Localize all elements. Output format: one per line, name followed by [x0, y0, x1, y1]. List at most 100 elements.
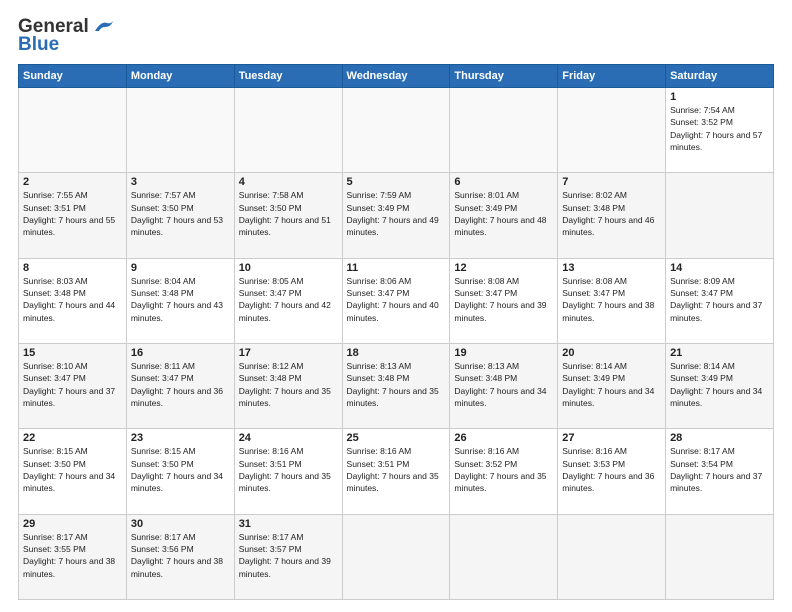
day-cell-5: 5Sunrise: 7:59 AMSunset: 3:49 PMDaylight… — [342, 173, 450, 258]
col-header-monday: Monday — [126, 65, 234, 88]
day-number: 1 — [670, 91, 769, 103]
day-info: Sunrise: 8:12 AMSunset: 3:48 PMDaylight:… — [239, 360, 338, 409]
day-cell-4: 4Sunrise: 7:58 AMSunset: 3:50 PMDaylight… — [234, 173, 342, 258]
day-number: 23 — [131, 432, 230, 444]
day-number: 27 — [562, 432, 661, 444]
day-info: Sunrise: 7:55 AMSunset: 3:51 PMDaylight:… — [23, 189, 122, 238]
day-info: Sunrise: 8:11 AMSunset: 3:47 PMDaylight:… — [131, 360, 230, 409]
day-cell-11: 11Sunrise: 8:06 AMSunset: 3:47 PMDayligh… — [342, 258, 450, 343]
empty-cell — [342, 514, 450, 599]
day-cell-16: 16Sunrise: 8:11 AMSunset: 3:47 PMDayligh… — [126, 343, 234, 428]
day-number: 4 — [239, 176, 338, 188]
day-info: Sunrise: 8:17 AMSunset: 3:57 PMDaylight:… — [239, 531, 338, 580]
col-header-sunday: Sunday — [19, 65, 127, 88]
day-number: 7 — [562, 176, 661, 188]
week-row-3: 8Sunrise: 8:03 AMSunset: 3:48 PMDaylight… — [19, 258, 774, 343]
week-row-2: 2Sunrise: 7:55 AMSunset: 3:51 PMDaylight… — [19, 173, 774, 258]
day-info: Sunrise: 8:15 AMSunset: 3:50 PMDaylight:… — [131, 445, 230, 494]
day-number: 29 — [23, 518, 122, 530]
header-row: SundayMondayTuesdayWednesdayThursdayFrid… — [19, 65, 774, 88]
day-info: Sunrise: 8:15 AMSunset: 3:50 PMDaylight:… — [23, 445, 122, 494]
day-cell-20: 20Sunrise: 8:14 AMSunset: 3:49 PMDayligh… — [558, 343, 666, 428]
logo-bird-icon — [93, 19, 115, 35]
day-info: Sunrise: 7:58 AMSunset: 3:50 PMDaylight:… — [239, 189, 338, 238]
day-number: 5 — [347, 176, 446, 188]
day-cell-8: 8Sunrise: 8:03 AMSunset: 3:48 PMDaylight… — [19, 258, 127, 343]
day-cell-23: 23Sunrise: 8:15 AMSunset: 3:50 PMDayligh… — [126, 429, 234, 514]
day-number: 12 — [454, 262, 553, 274]
day-cell-15: 15Sunrise: 8:10 AMSunset: 3:47 PMDayligh… — [19, 343, 127, 428]
day-number: 3 — [131, 176, 230, 188]
empty-cell — [19, 88, 127, 173]
day-cell-25: 25Sunrise: 8:16 AMSunset: 3:51 PMDayligh… — [342, 429, 450, 514]
empty-cell — [666, 514, 774, 599]
day-cell-3: 3Sunrise: 7:57 AMSunset: 3:50 PMDaylight… — [126, 173, 234, 258]
day-info: Sunrise: 8:13 AMSunset: 3:48 PMDaylight:… — [347, 360, 446, 409]
day-info: Sunrise: 8:03 AMSunset: 3:48 PMDaylight:… — [23, 275, 122, 324]
week-row-4: 15Sunrise: 8:10 AMSunset: 3:47 PMDayligh… — [19, 343, 774, 428]
empty-cell — [234, 88, 342, 173]
day-info: Sunrise: 8:09 AMSunset: 3:47 PMDaylight:… — [670, 275, 769, 324]
day-cell-21: 21Sunrise: 8:14 AMSunset: 3:49 PMDayligh… — [666, 343, 774, 428]
day-number: 30 — [131, 518, 230, 530]
day-number: 14 — [670, 262, 769, 274]
day-info: Sunrise: 8:14 AMSunset: 3:49 PMDaylight:… — [562, 360, 661, 409]
day-number: 22 — [23, 432, 122, 444]
day-info: Sunrise: 8:17 AMSunset: 3:56 PMDaylight:… — [131, 531, 230, 580]
day-cell-2: 2Sunrise: 7:55 AMSunset: 3:51 PMDaylight… — [19, 173, 127, 258]
empty-cell — [450, 514, 558, 599]
day-cell-13: 13Sunrise: 8:08 AMSunset: 3:47 PMDayligh… — [558, 258, 666, 343]
calendar-table: SundayMondayTuesdayWednesdayThursdayFrid… — [18, 64, 774, 600]
header: General Blue — [18, 16, 774, 56]
day-number: 31 — [239, 518, 338, 530]
week-row-6: 29Sunrise: 8:17 AMSunset: 3:55 PMDayligh… — [19, 514, 774, 599]
day-cell-19: 19Sunrise: 8:13 AMSunset: 3:48 PMDayligh… — [450, 343, 558, 428]
day-number: 28 — [670, 432, 769, 444]
day-info: Sunrise: 8:10 AMSunset: 3:47 PMDaylight:… — [23, 360, 122, 409]
day-info: Sunrise: 7:59 AMSunset: 3:49 PMDaylight:… — [347, 189, 446, 238]
day-info: Sunrise: 7:54 AMSunset: 3:52 PMDaylight:… — [670, 104, 769, 153]
day-cell-24: 24Sunrise: 8:16 AMSunset: 3:51 PMDayligh… — [234, 429, 342, 514]
day-info: Sunrise: 8:17 AMSunset: 3:55 PMDaylight:… — [23, 531, 122, 580]
day-cell-14: 14Sunrise: 8:09 AMSunset: 3:47 PMDayligh… — [666, 258, 774, 343]
day-number: 26 — [454, 432, 553, 444]
day-cell-18: 18Sunrise: 8:13 AMSunset: 3:48 PMDayligh… — [342, 343, 450, 428]
day-cell-12: 12Sunrise: 8:08 AMSunset: 3:47 PMDayligh… — [450, 258, 558, 343]
day-cell-28: 28Sunrise: 8:17 AMSunset: 3:54 PMDayligh… — [666, 429, 774, 514]
day-number: 8 — [23, 262, 122, 274]
empty-cell — [342, 88, 450, 173]
week-row-1: 1Sunrise: 7:54 AMSunset: 3:52 PMDaylight… — [19, 88, 774, 173]
day-number: 20 — [562, 347, 661, 359]
day-info: Sunrise: 8:16 AMSunset: 3:52 PMDaylight:… — [454, 445, 553, 494]
day-cell-22: 22Sunrise: 8:15 AMSunset: 3:50 PMDayligh… — [19, 429, 127, 514]
day-number: 16 — [131, 347, 230, 359]
day-number: 2 — [23, 176, 122, 188]
day-number: 21 — [670, 347, 769, 359]
logo-blue: Blue — [18, 34, 59, 56]
day-info: Sunrise: 8:08 AMSunset: 3:47 PMDaylight:… — [454, 275, 553, 324]
day-cell-6: 6Sunrise: 8:01 AMSunset: 3:49 PMDaylight… — [450, 173, 558, 258]
day-info: Sunrise: 8:01 AMSunset: 3:49 PMDaylight:… — [454, 189, 553, 238]
day-info: Sunrise: 7:57 AMSunset: 3:50 PMDaylight:… — [131, 189, 230, 238]
day-cell-29: 29Sunrise: 8:17 AMSunset: 3:55 PMDayligh… — [19, 514, 127, 599]
col-header-tuesday: Tuesday — [234, 65, 342, 88]
day-info: Sunrise: 8:02 AMSunset: 3:48 PMDaylight:… — [562, 189, 661, 238]
day-number: 10 — [239, 262, 338, 274]
day-number: 17 — [239, 347, 338, 359]
day-info: Sunrise: 8:16 AMSunset: 3:51 PMDaylight:… — [347, 445, 446, 494]
page: General Blue SundayMondayTuesdayWednesda… — [0, 0, 792, 612]
day-number: 18 — [347, 347, 446, 359]
day-number: 15 — [23, 347, 122, 359]
empty-cell — [558, 514, 666, 599]
day-cell-9: 9Sunrise: 8:04 AMSunset: 3:48 PMDaylight… — [126, 258, 234, 343]
day-info: Sunrise: 8:17 AMSunset: 3:54 PMDaylight:… — [670, 445, 769, 494]
day-number: 11 — [347, 262, 446, 274]
day-info: Sunrise: 8:16 AMSunset: 3:53 PMDaylight:… — [562, 445, 661, 494]
day-number: 6 — [454, 176, 553, 188]
col-header-saturday: Saturday — [666, 65, 774, 88]
col-header-friday: Friday — [558, 65, 666, 88]
empty-cell — [666, 173, 774, 258]
empty-cell — [450, 88, 558, 173]
day-cell-26: 26Sunrise: 8:16 AMSunset: 3:52 PMDayligh… — [450, 429, 558, 514]
col-header-thursday: Thursday — [450, 65, 558, 88]
